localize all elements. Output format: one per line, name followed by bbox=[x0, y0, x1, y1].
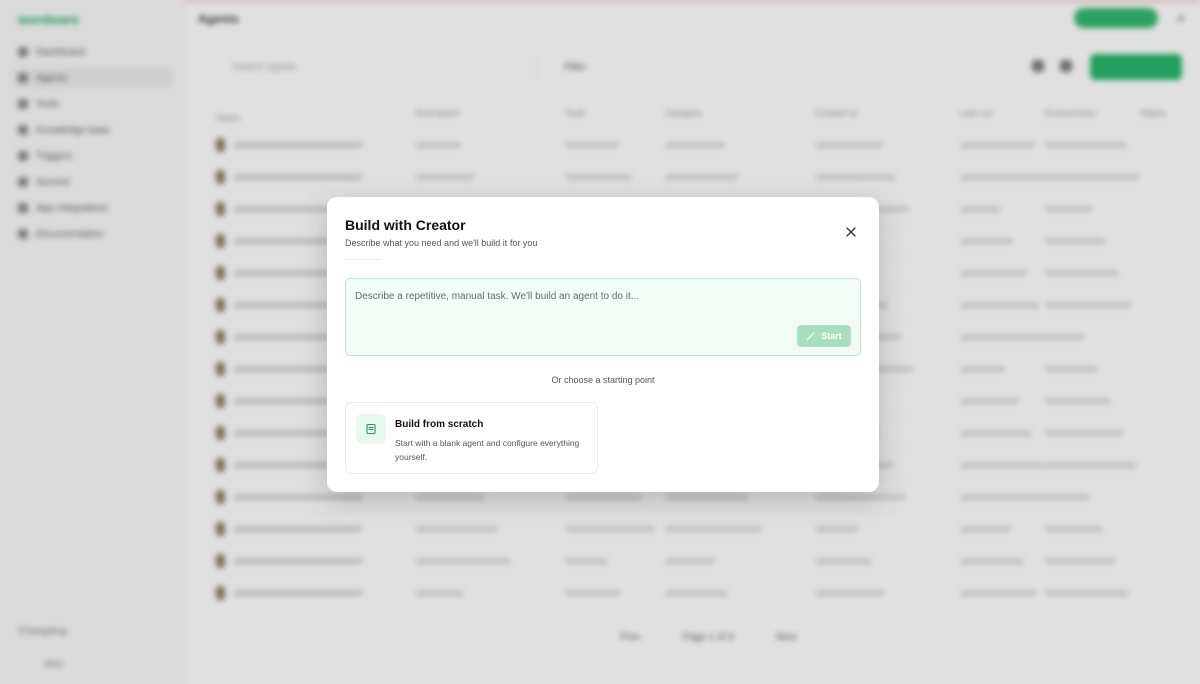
prompt-box: Start bbox=[345, 278, 861, 356]
scratch-title: Build from scratch bbox=[395, 419, 484, 430]
magic-wand-icon bbox=[806, 331, 815, 341]
build-with-creator-dialog: Build with Creator Describe what you nee… bbox=[327, 197, 879, 492]
document-icon bbox=[356, 414, 386, 444]
dialog-title: Build with Creator bbox=[345, 217, 466, 233]
dialog-subtitle: Describe what you need and we'll build i… bbox=[345, 238, 538, 248]
close-icon[interactable] bbox=[841, 222, 861, 242]
scratch-description: Start with a blank agent and configure e… bbox=[395, 438, 580, 462]
start-button[interactable]: Start bbox=[797, 325, 851, 347]
task-description-input[interactable] bbox=[355, 287, 795, 305]
divider bbox=[345, 259, 381, 260]
starting-point-label: Or choose a starting point bbox=[551, 375, 655, 385]
build-from-scratch-card[interactable]: Build from scratch Start with a blank ag… bbox=[345, 402, 598, 474]
start-label: Start bbox=[821, 331, 842, 341]
